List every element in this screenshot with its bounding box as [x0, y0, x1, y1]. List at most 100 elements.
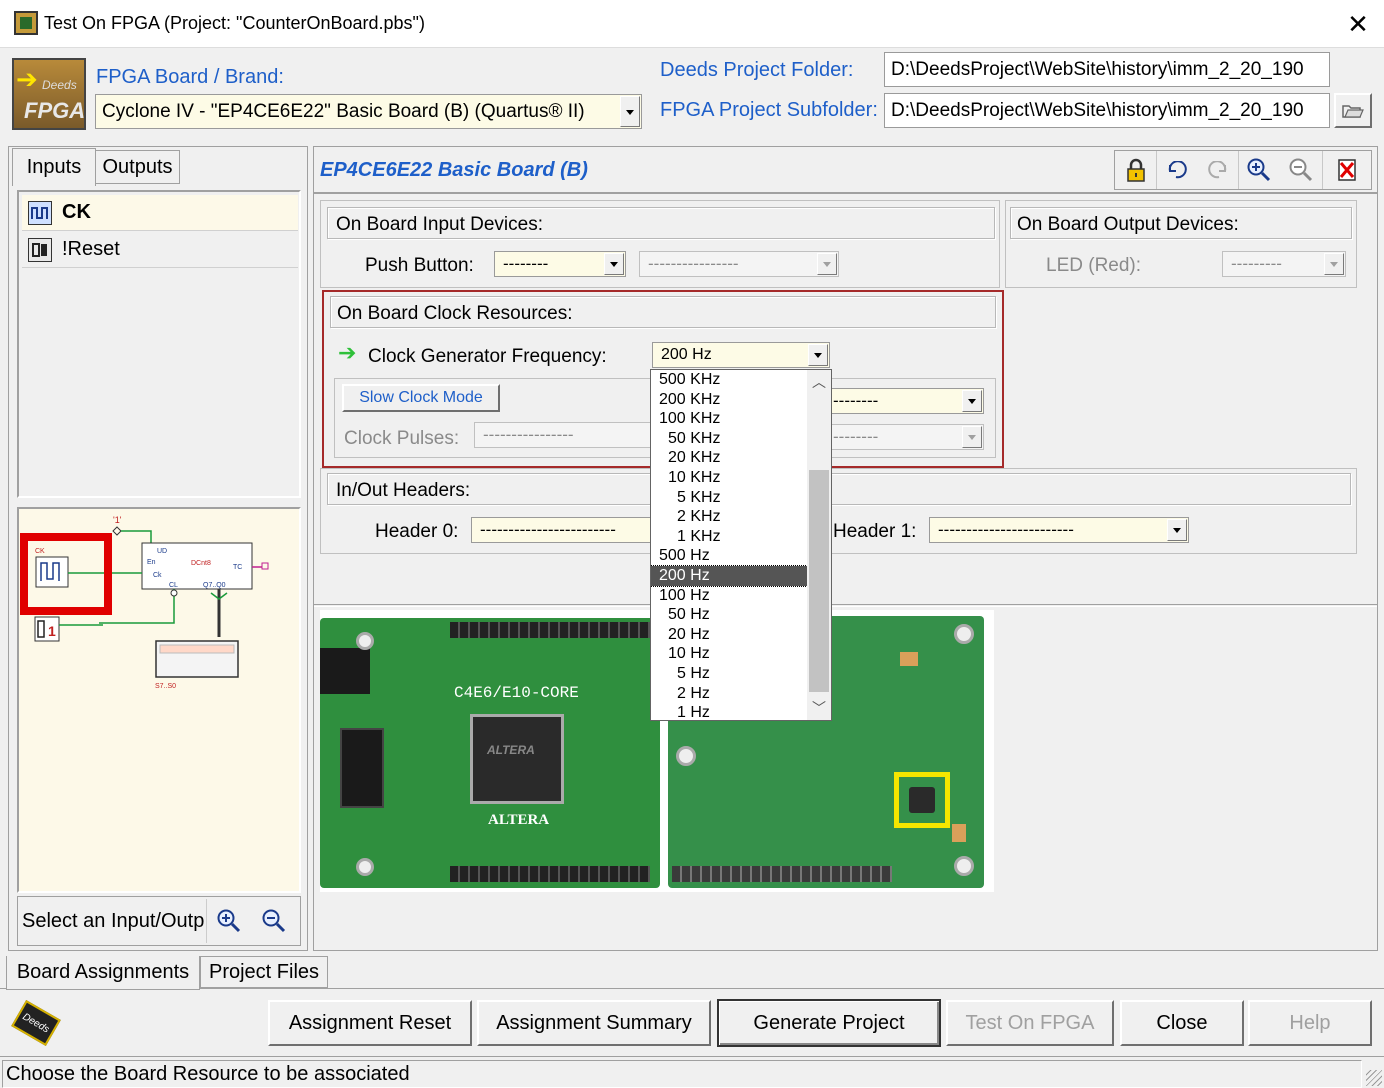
left-status-bar: Select an Input/Outp	[17, 896, 301, 946]
subfolder-field[interactable]: D:\DeedsProject\WebSite\history\imm_2_20…	[884, 93, 1330, 128]
slow-clock-mode-button[interactable]: Slow Clock Mode	[342, 384, 500, 412]
list-item[interactable]: CK	[22, 195, 298, 231]
scroll-thumb[interactable]	[809, 470, 829, 692]
project-folder-field[interactable]: D:\DeedsProject\WebSite\history\imm_2_20…	[884, 52, 1330, 87]
dropdown-option[interactable]: 10 Hz	[651, 644, 807, 664]
zoom-in-button[interactable]	[206, 899, 250, 943]
zoom-out-button[interactable]	[252, 899, 296, 943]
pcb-component	[900, 652, 918, 666]
redo-icon	[1207, 161, 1226, 179]
slow-clock-mode-label: Slow Clock Mode	[359, 389, 483, 406]
clock-resources-title: On Board Clock Resources:	[337, 303, 573, 324]
left-status-text: Select an Input/Outp	[22, 910, 205, 932]
tab-board-assignments[interactable]: Board Assignments	[6, 956, 200, 990]
toolbar-zoom-out-button[interactable]	[1279, 151, 1323, 189]
dropdown-option[interactable]: 50 KHz	[651, 429, 807, 449]
dropdown-option[interactable]: 5 Hz	[651, 664, 807, 684]
led-select[interactable]: ---------	[1222, 251, 1346, 277]
fpga-logo: ➔ Deeds FPGA	[12, 58, 86, 130]
list-item-label: CK	[62, 201, 91, 223]
tab-project-files[interactable]: Project Files	[200, 956, 328, 988]
resize-grip-icon[interactable]	[1366, 1070, 1382, 1086]
pcb-header-pins-bottom	[450, 866, 650, 882]
reset-glyph: 1	[48, 623, 56, 639]
push-button-select[interactable]: --------	[494, 251, 626, 277]
clock-right-select-1[interactable]: --------	[824, 388, 984, 414]
pcb-component	[952, 824, 966, 842]
board-select[interactable]: Cyclone IV - "EP4CE6E22" Basic Board (B)…	[95, 94, 642, 129]
project-folder-label: Deeds Project Folder:	[660, 59, 854, 81]
scroll-down-icon[interactable]: ﹀	[807, 696, 831, 720]
tab-inputs[interactable]: Inputs	[12, 148, 96, 186]
output-devices-group: On Board Output Devices: LED (Red): ----…	[1005, 200, 1357, 288]
help-button[interactable]: Help	[1248, 1000, 1372, 1046]
dropdown-option[interactable]: 100 KHz	[651, 409, 807, 429]
dropdown-option[interactable]: 2 Hz	[651, 684, 807, 704]
toolbar-zoom-in-button[interactable]	[1239, 151, 1279, 189]
close-icon[interactable]: ✕	[1340, 6, 1376, 42]
dropdown-option[interactable]: 200 Hz	[651, 564, 808, 587]
list-item[interactable]: !Reset	[22, 232, 298, 268]
assignment-reset-button[interactable]: Assignment Reset	[268, 1000, 472, 1046]
assignment-reset-label: Assignment Reset	[288, 1011, 452, 1034]
dropdown-option[interactable]: 200 KHz	[651, 390, 807, 410]
pcb-header-pins	[450, 622, 650, 638]
generate-project-button[interactable]: Generate Project	[717, 999, 941, 1047]
undo-button[interactable]	[1157, 151, 1197, 189]
clock-resources-header: On Board Clock Resources:	[330, 296, 996, 328]
zoom-out-icon	[262, 909, 286, 933]
delete-icon	[1338, 159, 1356, 181]
zoom-in-icon	[1247, 158, 1271, 182]
assignment-summary-button[interactable]: Assignment Summary	[477, 1000, 711, 1046]
tab-outputs[interactable]: Outputs	[96, 150, 180, 184]
board-select-value: Cyclone IV - "EP4CE6E22" Basic Board (B)…	[102, 100, 585, 122]
lock-icon	[1126, 158, 1145, 182]
led-value: ---------	[1231, 254, 1282, 273]
dropdown-option[interactable]: 50 Hz	[651, 605, 807, 625]
io-list[interactable]: CK !Reset	[17, 190, 301, 498]
status-bar-text: Choose the Board Resource to be associat…	[6, 1063, 410, 1085]
scroll-up-icon[interactable]: ︿	[807, 370, 831, 394]
pcb-mount-hole	[356, 632, 374, 650]
help-button-label: Help	[1289, 1011, 1331, 1034]
dropdown-option[interactable]: 20 KHz	[651, 448, 807, 468]
dropdown-option[interactable]: 1 KHz	[651, 527, 807, 547]
dropdown-option[interactable]: 2 KHz	[651, 507, 807, 527]
redo-button[interactable]	[1197, 151, 1239, 189]
push-button-label: Push Button:	[365, 255, 474, 276]
pcb-mount-hole	[954, 624, 974, 644]
dropdown-option[interactable]: 500 KHz	[651, 370, 807, 390]
chevron-down-icon	[817, 253, 837, 275]
folder-open-button[interactable]	[1334, 93, 1372, 128]
header1-select[interactable]: ------------------------	[929, 517, 1189, 543]
dropdown-option[interactable]: 1 Hz	[651, 703, 807, 720]
dropdown-scrollbar[interactable]: ︿ ﹀	[807, 370, 831, 720]
zoom-out-icon	[1289, 158, 1312, 182]
pcb-header-pins	[672, 866, 892, 882]
freq-dropdown-list[interactable]: 500 KHz 200 KHz 100 KHz 50 KHz 20 KHz 10…	[650, 369, 832, 721]
pcb-power-jack	[320, 648, 370, 694]
pcb-brand-label: ALTERA	[488, 812, 550, 828]
dropdown-option[interactable]: 20 Hz	[651, 625, 807, 645]
delete-button[interactable]	[1323, 151, 1371, 189]
push-button-second-select[interactable]: ----------------	[639, 251, 839, 277]
clock-freq-select[interactable]: 200 Hz	[652, 342, 830, 368]
chevron-down-icon	[962, 426, 982, 448]
chevron-down-icon	[1324, 253, 1344, 275]
tab-inputs-label: Inputs	[26, 156, 82, 178]
dropdown-option[interactable]: 500 Hz	[651, 546, 807, 566]
dropdown-option[interactable]: 10 KHz	[651, 468, 807, 488]
clock-right-select-2[interactable]: --------	[824, 424, 984, 450]
subfolder-label: FPGA Project Subfolder:	[660, 99, 878, 121]
tab-project-files-label: Project Files	[208, 960, 320, 983]
close-button[interactable]: Close	[1120, 1000, 1244, 1046]
clock-right-value-1: --------	[833, 391, 879, 410]
clock-pulses-select[interactable]: ----------------	[474, 422, 664, 448]
window-title: Test On FPGA (Project: "CounterOnBoard.p…	[44, 13, 425, 33]
logo-top-text: Deeds	[42, 78, 77, 92]
test-on-fpga-button[interactable]: Test On FPGA	[946, 1000, 1114, 1046]
dropdown-option[interactable]: 5 KHz	[651, 488, 807, 508]
lock-button[interactable]	[1115, 151, 1157, 189]
dropdown-option[interactable]: 100 Hz	[651, 586, 807, 606]
header0-select[interactable]: ------------------------	[471, 517, 671, 543]
